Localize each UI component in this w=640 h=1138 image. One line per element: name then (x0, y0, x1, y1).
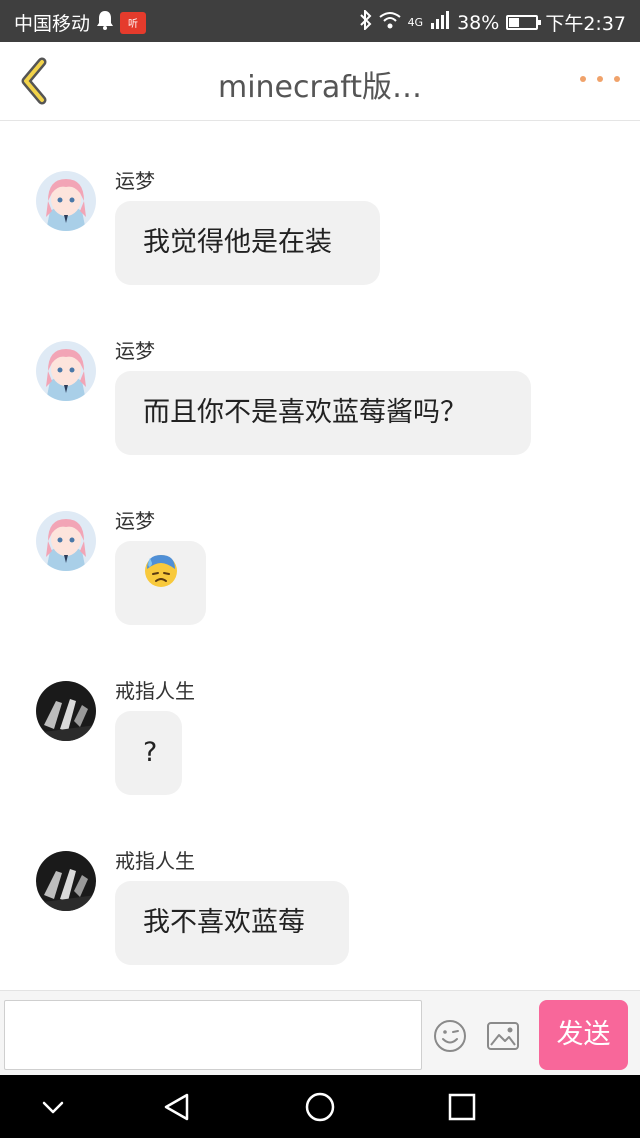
avatar[interactable] (36, 511, 96, 571)
sender-name: 运梦 (115, 339, 155, 363)
send-button[interactable]: 发送 (539, 1000, 628, 1070)
image-button[interactable] (486, 1021, 520, 1051)
image-icon (487, 1022, 519, 1050)
chevron-left-icon (21, 57, 47, 105)
more-options-button[interactable] (580, 76, 620, 88)
sender-name: 运梦 (115, 169, 155, 193)
sender-name: 戒指人生 (115, 679, 195, 703)
message-bubble[interactable]: 而且你不是喜欢蓝莓酱吗？ (115, 371, 531, 455)
notification-bell-icon (96, 10, 114, 35)
more-dots-icon (580, 76, 586, 82)
anxious-sweat-face-emoji-icon (143, 539, 179, 623)
more-dot (597, 76, 603, 82)
message-input[interactable] (4, 1000, 422, 1070)
message-bubble[interactable]: 我不喜欢蓝莓 (115, 881, 349, 965)
avatar[interactable] (36, 171, 96, 231)
music-app-icon: 听 (120, 11, 147, 34)
clock-time: 下午2:37 (545, 13, 626, 35)
message-bubble[interactable]: 我觉得他是在装 (115, 201, 380, 285)
sender-name: 戒指人生 (115, 849, 195, 873)
back-button[interactable] (14, 56, 54, 106)
battery-percent: 38% (457, 11, 500, 34)
carrier-name: 中国移动 (14, 13, 91, 35)
sender-name: 运梦 (115, 509, 155, 533)
avatar[interactable] (36, 341, 96, 401)
nav-recents-button[interactable] (446, 1091, 478, 1123)
anime-girl-avatar-icon (36, 511, 96, 571)
hide-nav-button[interactable] (37, 1091, 69, 1123)
smiley-icon (434, 1020, 466, 1052)
home-circle-icon (305, 1092, 335, 1122)
avatar[interactable] (36, 681, 96, 741)
nav-back-button[interactable] (161, 1091, 193, 1123)
back-triangle-icon (164, 1093, 189, 1121)
message-bubble[interactable]: ? (115, 711, 182, 795)
signal-icon (430, 11, 450, 34)
battery-icon (506, 15, 542, 30)
emoji-button[interactable] (433, 1019, 467, 1053)
more-dot (614, 76, 620, 82)
dark-photo-avatar-icon (36, 681, 96, 741)
wifi-icon (378, 11, 401, 34)
avatar[interactable] (36, 851, 96, 911)
system-nav-bar (0, 1075, 640, 1138)
message-bubble[interactable] (115, 541, 206, 625)
chat-header: minecraft版… (0, 42, 640, 121)
chat-title: minecraft版… (217, 70, 423, 105)
dark-photo-avatar-icon (36, 851, 96, 911)
bluetooth-icon (359, 8, 372, 35)
network-type: 4G (407, 16, 424, 29)
nav-home-button[interactable] (304, 1091, 336, 1123)
message-input-bar: 发送 (0, 990, 640, 1076)
anime-girl-avatar-icon (36, 171, 96, 231)
chevron-down-icon (42, 1101, 64, 1114)
status-bar: 中国移动 听 4G 38% 下午2:37 (0, 0, 640, 42)
anime-girl-avatar-icon (36, 341, 96, 401)
recents-square-icon (448, 1093, 476, 1121)
